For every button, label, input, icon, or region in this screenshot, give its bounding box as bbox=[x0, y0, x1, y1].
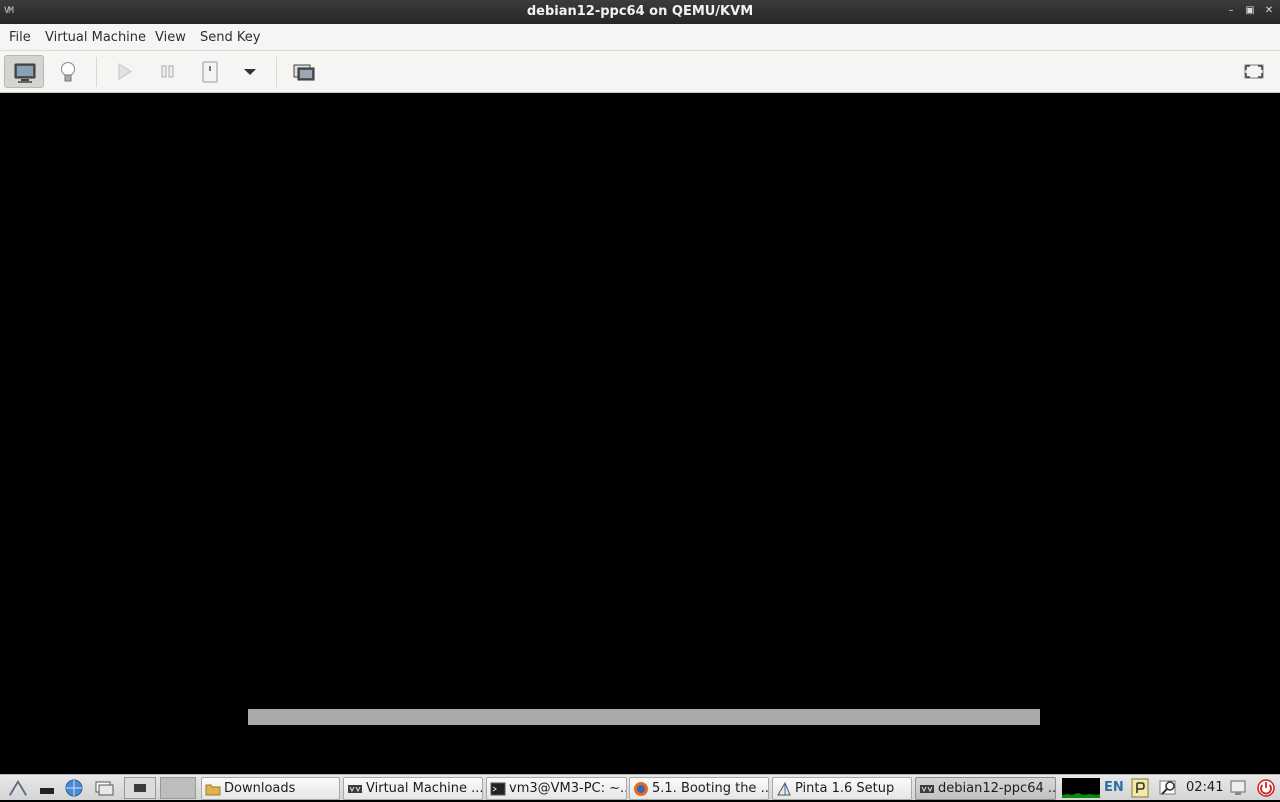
play-icon bbox=[118, 63, 132, 80]
workspace-2[interactable] bbox=[160, 777, 196, 799]
pinta-icon bbox=[777, 781, 791, 796]
workspace-1[interactable] bbox=[124, 777, 156, 799]
menu-send-key[interactable]: Send Key bbox=[200, 30, 260, 45]
task-label: Pinta 1.6 Setup bbox=[795, 781, 895, 796]
terminal-icon bbox=[490, 782, 506, 796]
chevron-down-icon bbox=[244, 69, 256, 75]
power-icon[interactable] bbox=[1256, 778, 1276, 798]
task-downloads[interactable]: Downloads bbox=[201, 777, 340, 800]
lightbulb-icon bbox=[61, 62, 75, 82]
task-label: Downloads bbox=[224, 781, 296, 796]
menubar: File Virtual Machine View Send Key bbox=[0, 24, 1280, 51]
toolbar bbox=[0, 51, 1280, 93]
monitor-icon bbox=[14, 63, 36, 83]
task-terminal[interactable]: vm3@VM3-PC: ~... bbox=[486, 777, 627, 800]
snapshots-icon bbox=[293, 64, 315, 81]
task-label: 5.1. Booting the ... bbox=[652, 781, 769, 796]
task-virtual-machine-manager[interactable]: Virtual Machine ... bbox=[343, 777, 483, 800]
start-menu-icon[interactable] bbox=[8, 778, 28, 798]
window-titlebar[interactable]: VM debian12-ppc64 on QEMU/KVM – ▣ ✕ bbox=[0, 0, 1280, 24]
shutdown-menu-button[interactable] bbox=[230, 55, 270, 88]
task-label: debian12-ppc64 ... bbox=[938, 781, 1056, 796]
keyboard-layout-indicator[interactable]: EN bbox=[1104, 780, 1124, 795]
vm-display[interactable] bbox=[0, 93, 1280, 774]
virt-manager-icon bbox=[134, 784, 146, 792]
menu-virtual-machine[interactable]: Virtual Machine bbox=[45, 30, 146, 45]
boot-progress-bar bbox=[248, 709, 1040, 725]
menu-file[interactable]: File bbox=[9, 30, 31, 45]
folder-icon bbox=[205, 784, 221, 796]
toolbar-separator bbox=[96, 57, 97, 87]
run-button[interactable] bbox=[104, 55, 144, 88]
fullscreen-button[interactable] bbox=[1234, 55, 1274, 88]
pause-button[interactable] bbox=[148, 55, 188, 88]
minimize-button[interactable]: – bbox=[1224, 4, 1238, 18]
window-title: debian12-ppc64 on QEMU/KVM bbox=[526, 4, 754, 19]
task-label: vm3@VM3-PC: ~... bbox=[509, 781, 627, 796]
details-view-button[interactable] bbox=[48, 55, 88, 88]
show-desktop-icon[interactable] bbox=[94, 778, 114, 798]
firefox-icon bbox=[634, 782, 648, 796]
console-view-button[interactable] bbox=[4, 55, 44, 88]
maximize-button[interactable]: ▣ bbox=[1243, 4, 1257, 18]
search-icon[interactable] bbox=[1159, 778, 1179, 798]
menu-view[interactable]: View bbox=[155, 30, 186, 45]
task-firefox[interactable]: 5.1. Booting the ... bbox=[629, 777, 769, 800]
terminal-launcher-icon[interactable] bbox=[38, 778, 58, 798]
pause-icon bbox=[161, 65, 174, 78]
task-pinta-setup[interactable]: Pinta 1.6 Setup bbox=[772, 777, 912, 800]
cpu-monitor-icon[interactable] bbox=[1062, 778, 1100, 798]
snapshots-button[interactable] bbox=[284, 55, 324, 88]
browser-launcher-icon[interactable] bbox=[64, 778, 84, 798]
close-button[interactable]: ✕ bbox=[1262, 4, 1276, 18]
taskbar: Downloads Virtual Machine ... vm3@VM3-PC… bbox=[0, 774, 1280, 800]
toolbar-separator bbox=[276, 57, 277, 87]
virt-manager-icon bbox=[920, 785, 934, 793]
task-debian12-ppc64[interactable]: debian12-ppc64 ... bbox=[915, 777, 1056, 800]
clock[interactable]: 02:41 bbox=[1186, 780, 1223, 795]
lock-screen-icon[interactable] bbox=[1228, 778, 1248, 798]
fullscreen-icon bbox=[1244, 64, 1264, 79]
clipboard-indicator-icon[interactable] bbox=[1131, 778, 1149, 798]
power-switch-icon bbox=[202, 61, 218, 83]
virt-manager-icon bbox=[348, 785, 362, 793]
task-label: Virtual Machine ... bbox=[366, 781, 483, 796]
shutdown-button[interactable] bbox=[190, 55, 230, 88]
